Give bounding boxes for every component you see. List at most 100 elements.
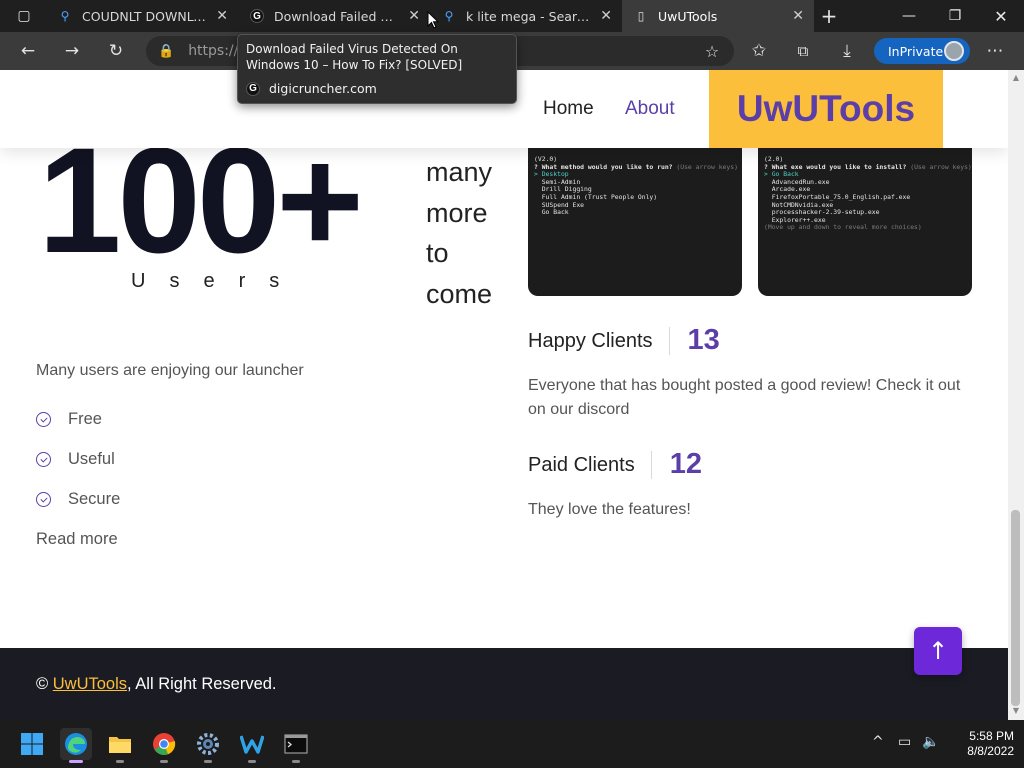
web-page: Home About UwUTools 100+ Users many more…: [0, 70, 1008, 720]
chevron-up-icon[interactable]: ^: [872, 734, 884, 750]
clock-date: 8/8/2022: [967, 744, 1014, 758]
copyright-text: © UwUTools, All Right Reserved.: [36, 675, 277, 694]
feature-item: Useful: [36, 450, 115, 469]
terminal-option: Go Back: [541, 208, 569, 217]
nav-about-link[interactable]: About: [625, 98, 675, 120]
inprivate-button[interactable]: InPrivate: [874, 38, 970, 64]
feature-label: Free: [68, 410, 102, 428]
tab-bar: ▢ ⚲ COUDNLT DOWNLOAD ✕ G Download Failed…: [0, 0, 1024, 32]
close-tab-icon[interactable]: ✕: [206, 8, 238, 24]
page-icon: ▯: [637, 9, 645, 23]
running-indicator: [204, 760, 212, 763]
tab-title: UwUTools: [658, 8, 718, 24]
close-tab-icon[interactable]: ✕: [590, 8, 622, 24]
tooltip-title: Download Failed Virus Detected On Window…: [246, 42, 463, 72]
clock-time: 5:58 PM: [969, 729, 1014, 743]
g-favicon-icon: G: [246, 82, 260, 96]
stat-label: Paid Clients: [528, 450, 652, 479]
running-indicator: [248, 760, 256, 763]
terminal-hint: (Use arrow keys): [676, 162, 738, 171]
volume-icon[interactable]: 🔈: [922, 734, 939, 750]
add-favorite-icon[interactable]: ☆: [698, 32, 726, 70]
back-icon[interactable]: ←: [10, 32, 46, 70]
copyright-prefix: ©: [36, 675, 53, 693]
check-circle-icon: [36, 412, 51, 427]
feature-label: Useful: [68, 450, 115, 468]
close-window-icon[interactable]: ✕: [978, 0, 1024, 32]
page-scrollbar[interactable]: ▲ ▼: [1008, 70, 1024, 720]
tab-uwutools[interactable]: ▯ UwUTools ✕: [622, 0, 814, 32]
paid-clients-stat: Paid Clients 12: [528, 448, 702, 481]
footer-brand-link[interactable]: UwUTools: [53, 675, 127, 693]
scroll-up-icon[interactable]: ▲: [1011, 73, 1021, 82]
wise-app-icon[interactable]: [236, 728, 268, 763]
check-circle-icon: [36, 492, 51, 507]
tab-download-failed[interactable]: G Download Failed Virus D ✕: [238, 0, 430, 32]
close-tab-icon[interactable]: ✕: [782, 8, 814, 24]
lock-icon: 🔒: [158, 43, 175, 59]
screen: ▢ ⚲ COUDNLT DOWNLOAD ✕ G Download Failed…: [0, 0, 1024, 768]
settings-icon[interactable]: [192, 728, 224, 763]
site-footer: © UwUTools, All Right Reserved.: [0, 648, 1008, 720]
tab-coudnlt-download[interactable]: ⚲ COUDNLT DOWNLOAD ✕: [46, 0, 238, 32]
stat-description: They love the features!: [528, 501, 691, 518]
happy-clients-stat: Happy Clients 13: [528, 324, 720, 357]
arrow-up-icon: ↑: [927, 637, 949, 665]
minimize-icon[interactable]: —: [886, 0, 932, 32]
stat-value: 13: [687, 324, 720, 356]
search-icon: ⚲: [444, 9, 454, 23]
terminal-footer: (Move up and down to reveal more choices…: [764, 223, 922, 232]
back-to-top-button[interactable]: ↑: [914, 627, 962, 675]
mouse-cursor-icon: [427, 11, 439, 29]
stat-label: Happy Clients: [528, 326, 670, 355]
scrollbar-thumb[interactable]: [1011, 510, 1020, 706]
file-explorer-icon[interactable]: [104, 728, 136, 763]
feature-label: Secure: [68, 490, 121, 508]
restore-icon[interactable]: ❐: [932, 0, 978, 32]
feature-item: Secure: [36, 490, 120, 509]
tooltip-domain: digicruncher.com: [269, 81, 377, 96]
brand-logo[interactable]: UwUTools: [709, 70, 943, 148]
search-icon: ⚲: [60, 9, 70, 23]
nav-home-link[interactable]: Home: [543, 98, 594, 120]
windows-taskbar: ^ ▭ 🔈 5:58 PM 8/8/2022: [0, 720, 1024, 768]
system-clock[interactable]: 5:58 PM 8/8/2022: [944, 729, 1014, 759]
stat-value: 12: [669, 448, 702, 480]
new-tab-icon[interactable]: +: [814, 0, 844, 32]
favorites-icon[interactable]: ✩: [744, 32, 774, 70]
running-indicator: [292, 760, 300, 763]
tab-actions-icon[interactable]: ▢: [8, 0, 40, 32]
settings-more-icon[interactable]: ⋯: [980, 32, 1010, 70]
tab-title: Download Failed Virus D: [274, 8, 398, 24]
stat-description: Everyone that has bought posted a good r…: [528, 377, 961, 418]
read-more-link[interactable]: Read more: [36, 530, 118, 549]
collections-icon[interactable]: ⧉: [788, 32, 818, 70]
check-circle-icon: [36, 452, 51, 467]
tab-hover-tooltip: Download Failed Virus Detected On Window…: [237, 34, 517, 104]
profile-avatar: [944, 41, 964, 61]
feature-item: Free: [36, 410, 102, 429]
g-favicon-icon: G: [250, 9, 264, 23]
users-label: Users: [131, 270, 304, 292]
address-text: https://: [188, 43, 239, 59]
chrome-icon[interactable]: [148, 728, 180, 763]
more-to-come-text: many more to come: [426, 157, 493, 309]
forward-icon[interactable]: →: [54, 32, 90, 70]
tab-title: COUDNLT DOWNLOAD: [82, 8, 206, 24]
terminal-icon[interactable]: [280, 728, 312, 763]
active-indicator: [69, 760, 83, 763]
tab-title: k lite mega - Search: [466, 8, 591, 24]
running-indicator: [116, 760, 124, 763]
tooltip-domain-row: G digicruncher.com: [246, 81, 508, 97]
downloads-icon[interactable]: ⤓: [832, 32, 862, 70]
intro-text: Many users are enjoying our launcher: [36, 362, 304, 379]
close-tab-icon[interactable]: ✕: [398, 8, 430, 24]
windows-start-icon[interactable]: [16, 728, 48, 760]
network-icon[interactable]: ▭: [898, 734, 911, 750]
inprivate-label: InPrivate: [888, 43, 944, 59]
refresh-icon[interactable]: ↻: [98, 32, 134, 70]
scroll-down-icon[interactable]: ▼: [1011, 706, 1021, 715]
edge-icon[interactable]: [60, 728, 92, 763]
tab-k-lite-search[interactable]: ⚲ k lite mega - Search ✕: [430, 0, 622, 32]
copyright-suffix: , All Right Reserved.: [127, 675, 277, 693]
